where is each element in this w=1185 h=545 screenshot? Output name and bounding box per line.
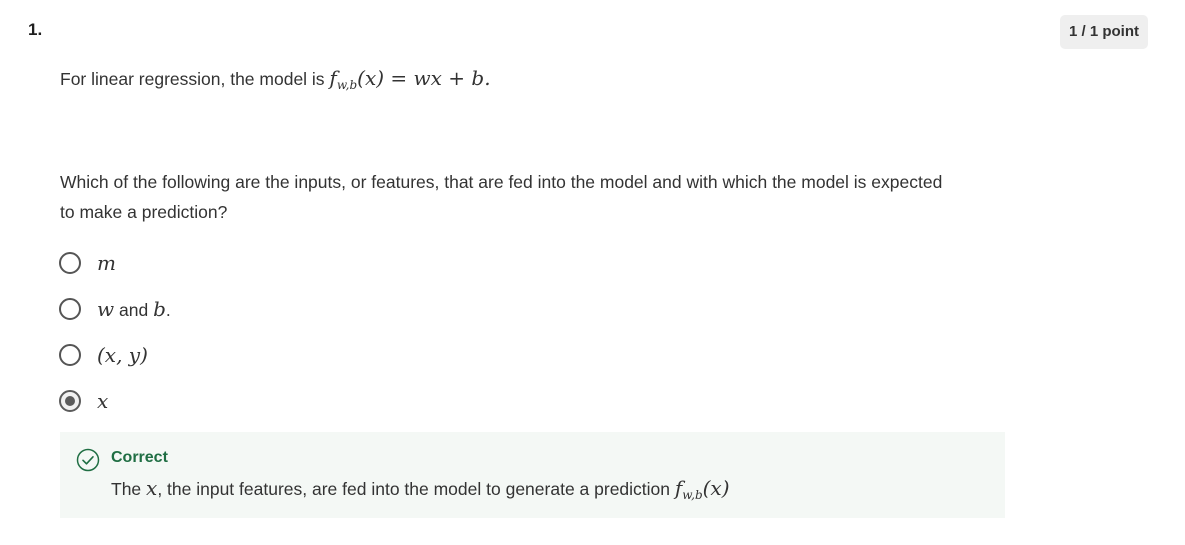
question-text: Which of the following are the inputs, o… bbox=[60, 172, 943, 222]
model-sub: w,b bbox=[336, 78, 358, 92]
check-circle-icon bbox=[76, 448, 100, 472]
option-m[interactable]: m bbox=[59, 250, 116, 276]
radio-button[interactable] bbox=[59, 298, 81, 320]
option-math: (x, y) bbox=[97, 343, 148, 367]
option-mid-text: and bbox=[114, 300, 154, 320]
radio-button-selected[interactable] bbox=[59, 390, 81, 412]
option-math: w bbox=[97, 297, 115, 321]
option-w-and-b[interactable]: w and b. bbox=[59, 296, 171, 322]
option-suffix: . bbox=[165, 300, 171, 320]
model-arg: (x) bbox=[357, 66, 385, 90]
option-math-2: b bbox=[153, 297, 166, 321]
quiz-question: 1. 1 / 1 point For linear regression, th… bbox=[0, 0, 1185, 545]
feedback-text: The x, the input features, are fed into … bbox=[111, 476, 730, 502]
question-number: 1. bbox=[28, 20, 43, 39]
pred-arg: (x) bbox=[702, 476, 730, 500]
radio-button[interactable] bbox=[59, 344, 81, 366]
option-x[interactable]: x bbox=[59, 388, 108, 414]
points-badge: 1 / 1 point bbox=[1059, 15, 1148, 49]
feedback-prefix: The bbox=[111, 479, 147, 499]
option-math: m bbox=[97, 251, 116, 275]
feedback-panel: Correct The x, the input features, are f… bbox=[60, 432, 1005, 518]
model-func: f bbox=[329, 66, 337, 90]
prediction-formula: fw,b(x) bbox=[675, 476, 730, 502]
model-rhs: = wx + b. bbox=[384, 66, 491, 90]
option-label: x bbox=[97, 389, 108, 413]
feedback-var: x bbox=[146, 476, 158, 500]
radio-button[interactable] bbox=[59, 252, 81, 274]
model-formula: fw,b(x) = wx + b. bbox=[329, 66, 491, 92]
option-label: m bbox=[97, 251, 116, 275]
option-x-y[interactable]: (x, y) bbox=[59, 342, 148, 368]
option-math: x bbox=[97, 389, 109, 413]
option-label: w and b. bbox=[97, 297, 171, 321]
pred-sub: w,b bbox=[682, 488, 703, 502]
stem-prefix: For linear regression, the model is bbox=[60, 69, 330, 89]
feedback-status: Correct bbox=[111, 449, 168, 466]
question-stem: For linear regression, the model is fw,b… bbox=[60, 66, 491, 92]
feedback-mid: , the input features, are fed into the m… bbox=[157, 479, 675, 499]
option-label: (x, y) bbox=[97, 343, 148, 367]
